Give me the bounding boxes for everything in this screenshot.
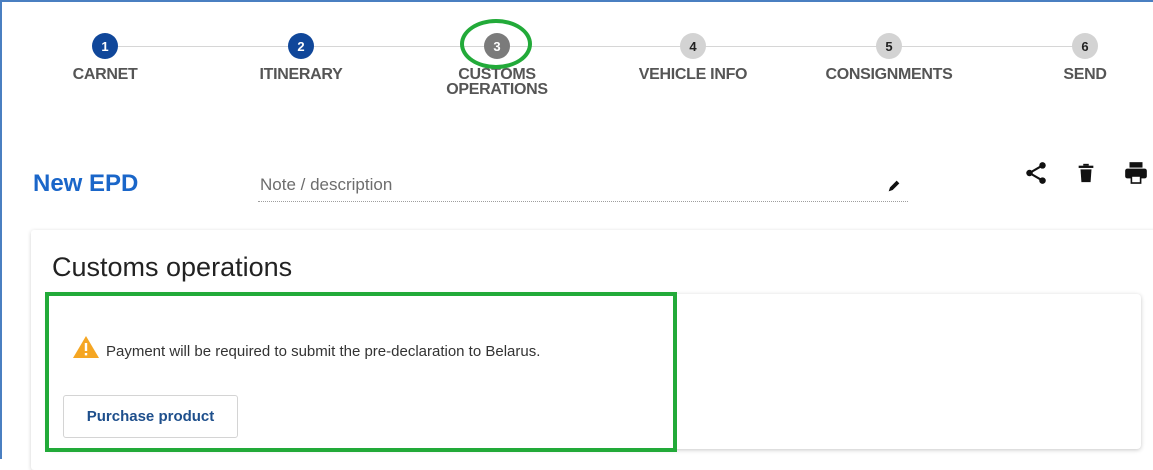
step-label: VEHICLE INFO bbox=[638, 66, 748, 83]
step-label: CONSIGNMENTS bbox=[825, 66, 953, 83]
pencil-icon[interactable] bbox=[886, 178, 902, 194]
step-label: ITINERARY bbox=[259, 66, 343, 83]
step-send[interactable]: 6 SEND bbox=[1000, 33, 1153, 83]
step-carnet[interactable]: 1 CARNET bbox=[20, 33, 190, 83]
step-number: 1 bbox=[92, 33, 118, 59]
print-icon[interactable] bbox=[1122, 160, 1150, 186]
section-title: Customs operations bbox=[52, 252, 293, 282]
step-label: CARNET bbox=[72, 66, 138, 83]
note-field[interactable] bbox=[258, 172, 908, 202]
step-number: 5 bbox=[876, 33, 902, 59]
stepper: 1 CARNET 2 ITINERARY 3 CUSTOMS OPERATION… bbox=[0, 0, 1153, 120]
highlight-rect-annotation bbox=[45, 292, 677, 452]
step-itinerary[interactable]: 2 ITINERARY bbox=[216, 33, 386, 83]
step-label: SEND bbox=[1063, 66, 1107, 83]
step-consignments[interactable]: 5 CONSIGNMENTS bbox=[804, 33, 974, 83]
step-number: 3 bbox=[484, 33, 510, 59]
header-actions bbox=[1022, 160, 1150, 186]
share-icon[interactable] bbox=[1022, 160, 1050, 186]
step-label: CUSTOMS OPERATIONS bbox=[446, 66, 548, 98]
note-input[interactable] bbox=[258, 172, 860, 198]
step-number: 4 bbox=[680, 33, 706, 59]
step-vehicle-info[interactable]: 4 VEHICLE INFO bbox=[608, 33, 778, 83]
step-number: 2 bbox=[288, 33, 314, 59]
step-number: 6 bbox=[1072, 33, 1098, 59]
delete-icon[interactable] bbox=[1072, 160, 1100, 186]
page-title: New EPD bbox=[33, 170, 139, 197]
